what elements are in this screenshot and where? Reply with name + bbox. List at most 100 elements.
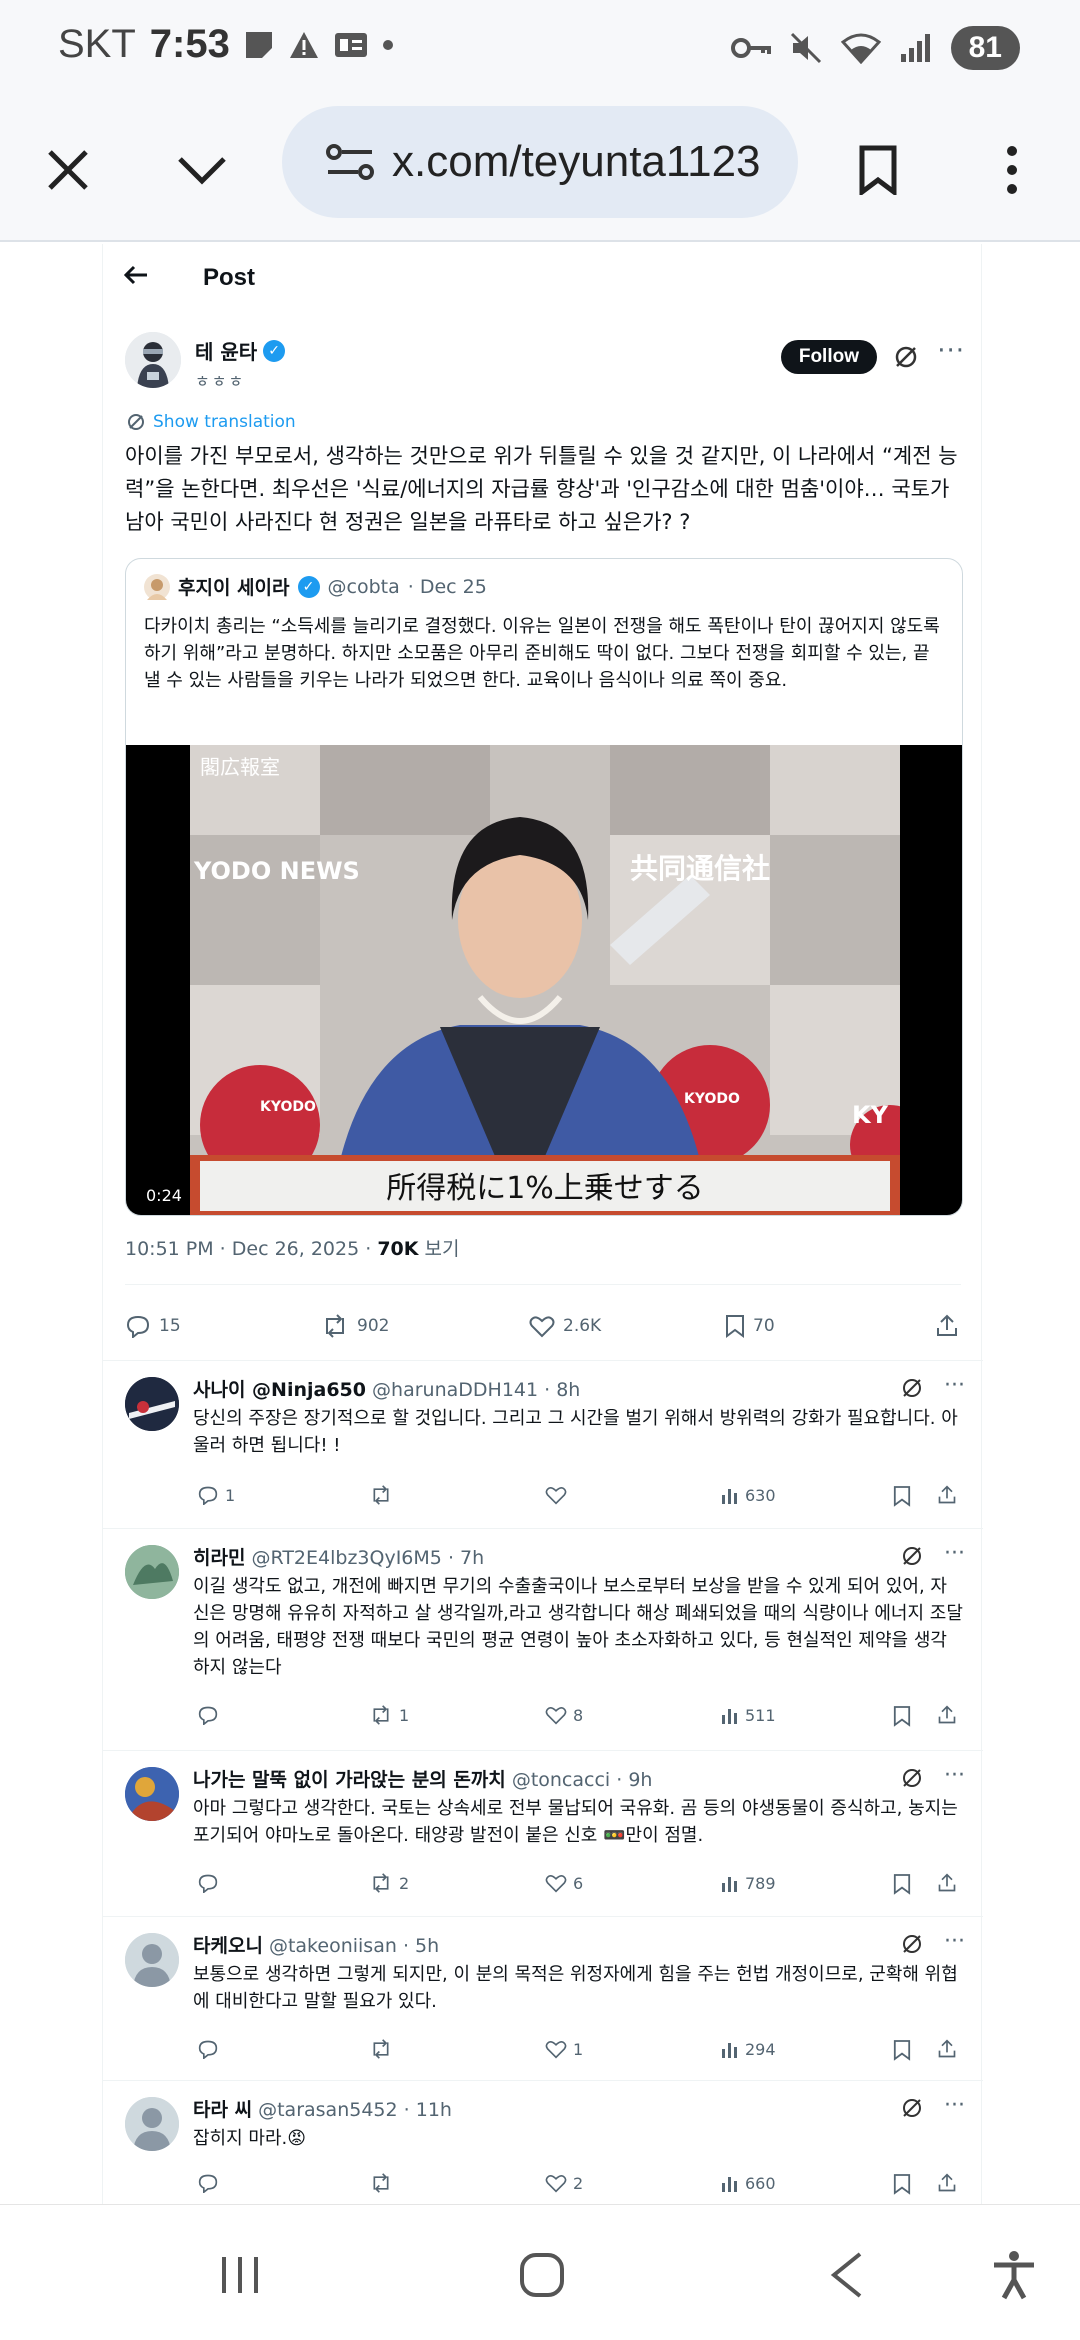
url-text[interactable]: x.com/teyunta1123 [392,137,761,187]
views-button[interactable]: 660 [721,2173,776,2193]
reply-author[interactable]: 타케오니 [193,1935,263,1957]
like-button[interactable]: 1 [545,2039,583,2059]
page-title: Post [203,264,256,291]
like-button[interactable]: 2.6K [529,1314,601,1338]
reply-text: 보통으로 생각하면 그렇게 되지만, 이 분의 목적은 위정자에게 힘을 주는 … [193,1964,958,2012]
grok-icon[interactable] [901,2097,923,2119]
repost-button[interactable]: 1 [369,1705,409,1725]
repost-icon [373,1485,389,1505]
reply-item[interactable]: 사나이 @Ninja650 @harunaDDH141 · 8h ··· 당신의… [103,1360,983,1528]
reply-button[interactable]: 15 [125,1314,181,1338]
home-icon [520,2253,564,2297]
avatar[interactable] [125,2097,179,2151]
reply-item[interactable]: 히라민 @RT2E4lbz3QyI6M5 · 7h ··· 이길 생각도 없고,… [103,1528,983,1750]
bookmark-button[interactable] [838,130,918,210]
avatar[interactable] [125,1933,179,1987]
bookmark-post-button[interactable]: 70 [725,1314,775,1338]
like-count: 8 [573,1705,584,1725]
bookmark-icon [893,1874,911,1895]
grok-icon[interactable] [901,1377,923,1399]
views-button[interactable]: 789 [721,1873,776,1893]
reply-author[interactable]: 타라 씨 [193,2099,252,2121]
back-button[interactable] [806,2235,886,2315]
reply-author[interactable]: 나가는 말뚝 없이 가라앉는 분의 돈까치 [193,1769,506,1791]
avatar-image [125,1377,179,1431]
views-button[interactable]: 511 [721,1705,776,1725]
more-icon[interactable]: ··· [944,1541,965,1566]
repost-button[interactable] [369,1485,399,1505]
grok-icon[interactable] [893,344,919,370]
collapse-button[interactable] [162,130,242,210]
share-button[interactable] [935,1314,959,1338]
author-name[interactable]: 테 윤타 ✓ [195,336,286,365]
recent-apps-button[interactable] [200,2235,280,2315]
avatar[interactable] [125,1767,179,1821]
more-icon[interactable]: ··· [944,1763,965,1788]
bookmark-button[interactable] [893,1705,911,1727]
close-tab-button[interactable] [28,130,108,210]
more-icon[interactable]: ··· [944,1929,965,1954]
quoted-post[interactable]: 후지이 세이라 ✓ @cobta · Dec 25 다카이치 총리는 “소득세를… [125,558,963,1216]
share-button[interactable] [937,2173,957,2193]
repost-button[interactable] [369,2173,399,2193]
reply-item[interactable]: 타케오니 @takeoniisan · 5h ··· 보통으로 생각하면 그렇게… [103,1916,983,2080]
reply-count: 15 [159,1316,181,1336]
more-icon[interactable]: ··· [944,1373,965,1398]
home-button[interactable] [502,2235,582,2315]
share-button[interactable] [937,1873,957,1893]
avatar[interactable] [125,1545,179,1599]
like-button[interactable]: 6 [545,1873,583,1893]
reply-icon [198,2174,218,2193]
grok-icon[interactable] [901,1767,923,1789]
reply-button[interactable] [197,2173,225,2193]
avatar-image [125,1545,179,1599]
follow-button[interactable]: Follow [780,340,877,374]
bookmark-button[interactable] [893,1873,911,1895]
more-icon[interactable]: ··· [944,2093,965,2118]
more-icon[interactable]: ··· [937,336,965,366]
video-player[interactable]: 閣広報室 YODO NEWS 共同通信社 KYODO KYODO KY 所得税に… [126,745,962,1215]
reply-button[interactable] [197,1873,225,1893]
share-button[interactable] [937,1705,957,1725]
post-page: Post 테 윤타 ✓ ㅎㅎㅎ Follow ··· Show translat… [102,244,983,2204]
reply-button[interactable]: 1 [197,1485,235,1505]
show-translation-link[interactable]: Show translation [127,412,296,432]
repost-button[interactable]: 902 [321,1314,389,1338]
reply-button[interactable] [197,2039,225,2059]
reply-handle[interactable]: @harunaDDH141 [372,1379,538,1401]
reply-handle[interactable]: @takeoniisan [269,1935,397,1957]
reply-button[interactable] [197,1705,225,1725]
repost-button[interactable] [369,2039,399,2059]
like-button[interactable]: 8 [545,1705,583,1725]
reply-time: · 5h [402,1935,440,1957]
bookmark-button[interactable] [893,2039,911,2061]
share-button[interactable] [937,2039,957,2059]
reply-author[interactable]: 히라민 [193,1547,245,1569]
reply-handle[interactable]: @RT2E4lbz3QyI6M5 [252,1547,442,1569]
grok-icon[interactable] [901,1933,923,1955]
bookmark-button[interactable] [893,2173,911,2195]
views-button[interactable]: 630 [721,1485,776,1505]
views-button[interactable]: 294 [721,2039,776,2059]
reply-handle[interactable]: @toncacci [512,1769,610,1791]
bookmark-button[interactable] [893,1485,911,1507]
avatar[interactable] [125,1377,179,1431]
reply-item[interactable]: 타라 씨 @tarasan5452 · 11h ··· 잡히지 마라.😡 2 6… [103,2080,983,2204]
reply-author[interactable]: 사나이 @Ninja650 [193,1379,366,1401]
accessibility-button[interactable] [974,2235,1054,2315]
avatar-image [125,1767,179,1821]
like-button[interactable]: 2 [545,2173,583,2193]
avatar[interactable] [125,332,181,388]
like-button[interactable] [545,1485,573,1505]
reply-item[interactable]: 나가는 말뚝 없이 가라앉는 분의 돈까치 @toncacci · 9h ···… [103,1750,983,1916]
reply-text: 잡히지 마라.😡 [193,2128,307,2149]
browser-menu-button[interactable] [972,130,1052,210]
url-bar[interactable]: x.com/teyunta1123 [282,106,798,218]
share-button[interactable] [937,1485,957,1505]
back-arrow-icon[interactable] [123,264,149,286]
grok-icon[interactable] [901,1545,923,1567]
views-icon [722,1877,737,1892]
repost-button[interactable]: 2 [369,1873,409,1893]
notification-icon [245,31,272,58]
reply-handle[interactable]: @tarasan5452 [258,2099,398,2121]
